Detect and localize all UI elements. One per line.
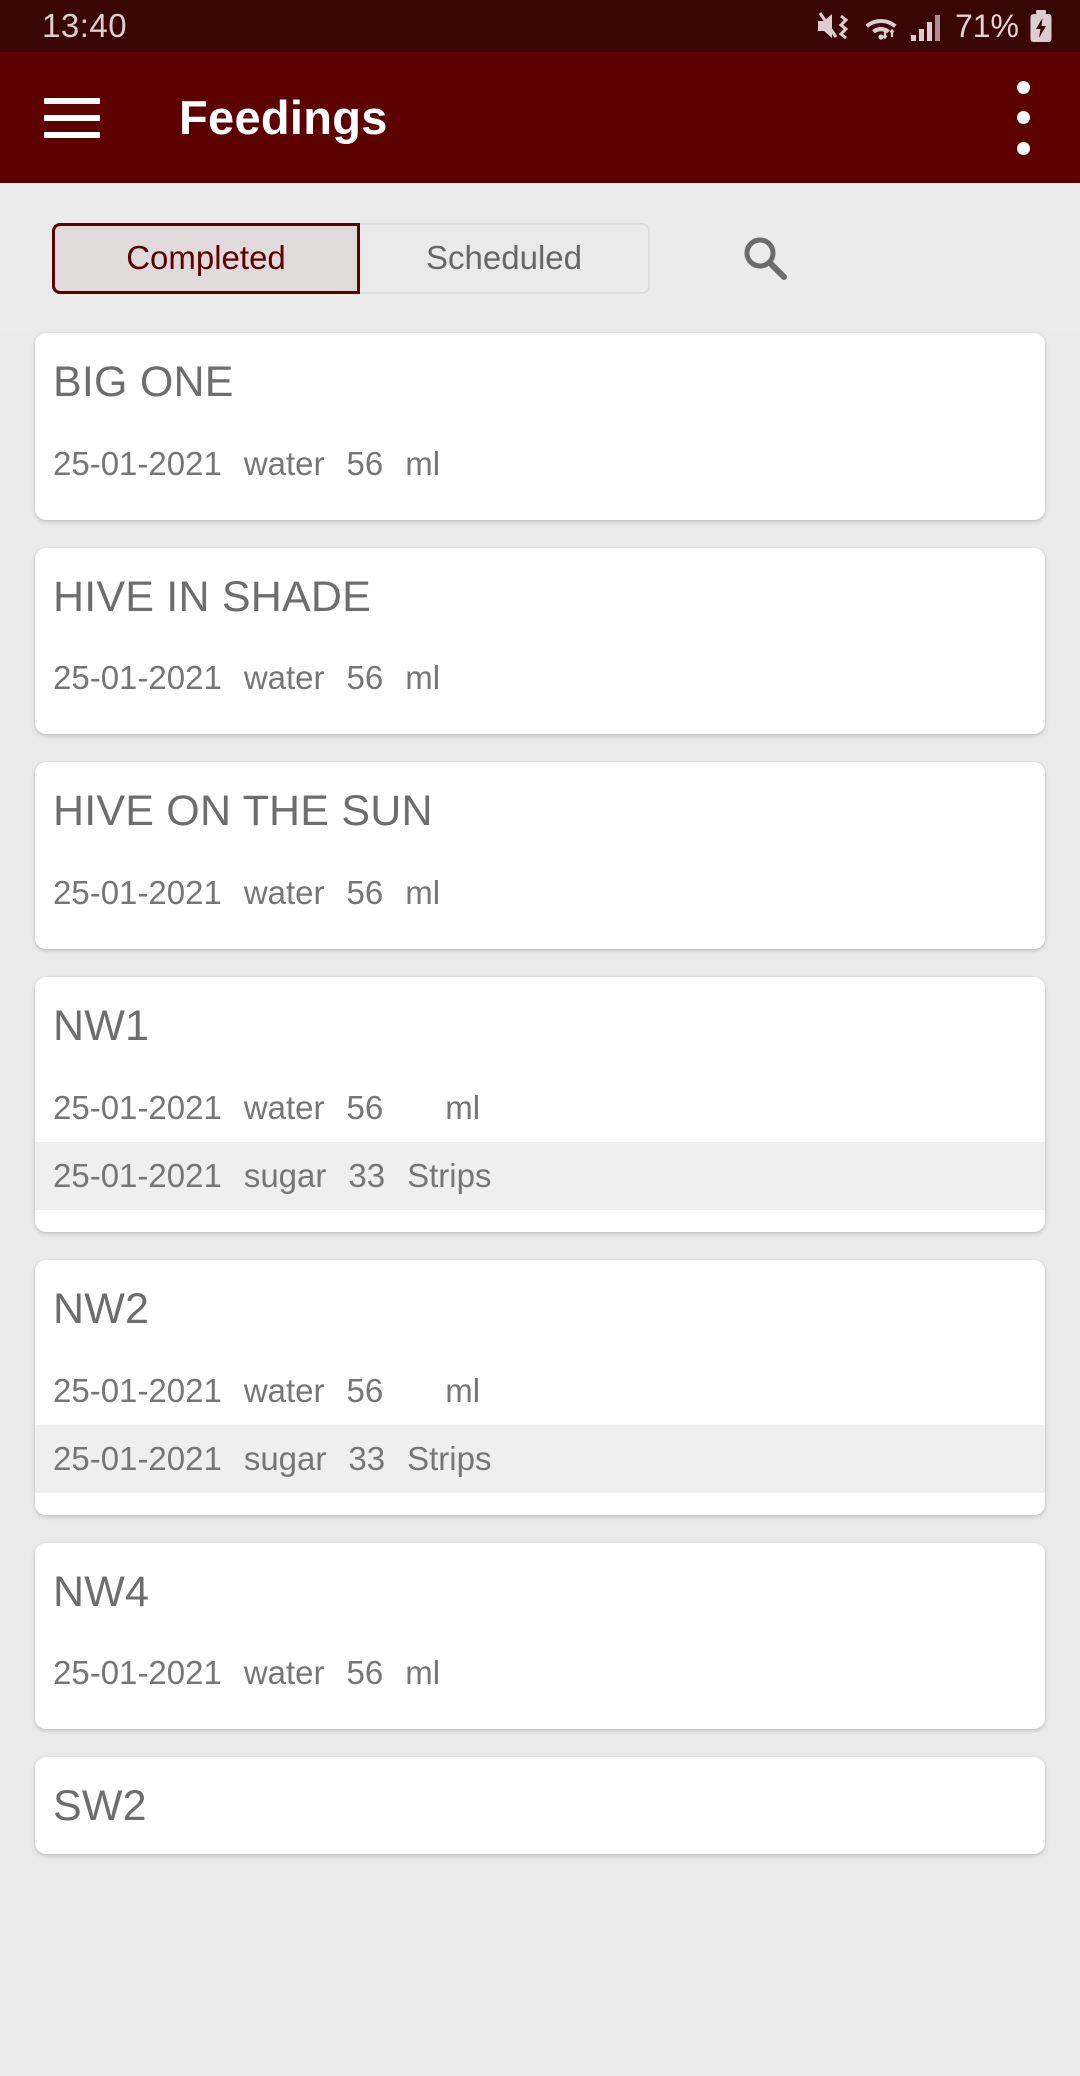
overflow-dot — [1016, 111, 1030, 124]
feeding-unit: ml — [405, 1654, 441, 1692]
feeding-type: water — [243, 874, 325, 912]
feeding-row[interactable]: 25-01-2021 water 56 ml — [35, 1074, 1045, 1142]
feeding-unit: ml — [405, 659, 441, 697]
feeding-card[interactable]: BIG ONE 25-01-2021 water 56 ml — [35, 333, 1045, 520]
feeding-date: 25-01-2021 — [53, 444, 222, 482]
status-bar-clock: 13:40 — [42, 7, 128, 44]
feeding-card[interactable]: NW1 25-01-2021 water 56 ml 25-01-2021 sugar 33 S… — [35, 977, 1045, 1232]
feeding-row-group: 25-01-2021 water 56 ml — [35, 859, 1045, 927]
feeding-amount: 56 — [346, 874, 384, 912]
feeding-card[interactable]: NW4 25-01-2021 water 56 ml — [35, 1542, 1045, 1730]
feeding-type: water — [243, 1088, 325, 1126]
feeding-type: water — [243, 444, 325, 482]
battery-percent-label: 71% — [954, 7, 1019, 44]
feeding-type: water — [243, 1371, 325, 1409]
feeding-card-title: NW2 — [53, 1284, 150, 1333]
feeding-date: 25-01-2021 — [53, 1088, 222, 1126]
feeding-date: 25-01-2021 — [53, 874, 222, 912]
filter-toolbar: Completed Scheduled — [0, 183, 1080, 333]
tab-completed[interactable]: Completed — [52, 222, 360, 294]
feeding-amount: 56 — [346, 1654, 384, 1692]
hamburger-bar — [44, 97, 100, 104]
feeding-amount: 56 — [346, 444, 384, 482]
overflow-menu-icon[interactable] — [1010, 80, 1036, 155]
feeding-row[interactable]: 25-01-2021 water 56 ml — [35, 1357, 1045, 1425]
page-title: Feedings — [179, 91, 388, 144]
feeding-date: 25-01-2021 — [53, 1156, 222, 1194]
hamburger-bar — [44, 131, 100, 138]
feeding-card-title: HIVE ON THE SUN — [53, 787, 433, 836]
feeding-type: sugar — [243, 1439, 327, 1477]
feeding-row[interactable]: 25-01-2021 water 56 ml — [35, 430, 1045, 498]
overflow-dot — [1016, 80, 1030, 94]
status-bar: 13:40 71% — [0, 0, 1080, 52]
feeding-card[interactable]: NW2 25-01-2021 water 56 ml 25-01-2021 sugar 33 S… — [35, 1259, 1045, 1515]
status-bar-icons: 71% — [816, 8, 1054, 45]
feeding-amount: 33 — [348, 1156, 386, 1194]
feeding-date: 25-01-2021 — [53, 1654, 222, 1692]
feeding-amount: 33 — [348, 1439, 386, 1477]
feeding-unit: ml — [405, 444, 441, 482]
feeding-amount: 56 — [346, 1088, 384, 1126]
feeding-amount: 56 — [346, 659, 384, 697]
feeding-row[interactable]: 25-01-2021 water 56 ml — [35, 1639, 1045, 1707]
feeding-row[interactable]: 25-01-2021 sugar 33 Strips — [35, 1424, 1045, 1493]
feeding-amount: 56 — [346, 1371, 384, 1409]
feeding-unit: ml — [445, 1371, 481, 1409]
feedings-list: BIG ONE 25-01-2021 water 56 ml HIVE IN SHADE 2… — [0, 333, 1080, 1855]
feeding-card-title: HIVE IN SHADE — [53, 572, 372, 621]
feeding-unit: Strips — [407, 1156, 492, 1194]
wifi-icon — [861, 10, 901, 42]
feeding-date: 25-01-2021 — [53, 1439, 222, 1477]
feeding-row[interactable]: 25-01-2021 water 56 ml — [35, 644, 1045, 712]
hamburger-bar — [44, 114, 100, 121]
feeding-row-group: 25-01-2021 water 56 ml — [35, 430, 1045, 498]
feeding-row[interactable]: 25-01-2021 sugar 33 Strips — [35, 1141, 1045, 1210]
feeding-unit: Strips — [407, 1439, 492, 1477]
feeding-row-group: 25-01-2021 water 56 ml — [35, 1639, 1045, 1707]
app-bar: Feedings — [0, 52, 1080, 183]
cell-signal-icon — [910, 10, 944, 42]
feeding-row-group: 25-01-2021 water 56 ml — [35, 644, 1045, 712]
feeding-type: sugar — [243, 1156, 327, 1194]
feeding-card[interactable]: HIVE IN SHADE 25-01-2021 water 56 ml — [35, 547, 1045, 735]
feeding-row-group: 25-01-2021 water 56 ml 25-01-2021 sugar 33 Stri… — [35, 1357, 1045, 1493]
feeding-card[interactable]: SW2 — [35, 1757, 1045, 1855]
feeding-card[interactable]: HIVE ON THE SUN 25-01-2021 water 56 ml — [35, 762, 1045, 950]
feeding-type: water — [243, 1654, 325, 1692]
mute-vibrate-icon — [816, 10, 852, 42]
feeding-unit: ml — [405, 874, 441, 912]
battery-charging-icon — [1028, 9, 1054, 43]
feeding-type: water — [243, 659, 325, 697]
feeding-card-title: BIG ONE — [53, 358, 234, 406]
overflow-dot — [1016, 141, 1030, 155]
feeding-row[interactable]: 25-01-2021 water 56 ml — [35, 859, 1045, 927]
search-icon[interactable] — [730, 223, 800, 293]
feeding-date: 25-01-2021 — [53, 1371, 222, 1409]
segmented-tab-control: Completed Scheduled — [52, 222, 650, 294]
feeding-row-group: 25-01-2021 water 56 ml 25-01-2021 sugar 33 Stri… — [35, 1074, 1045, 1210]
tab-scheduled[interactable]: Scheduled — [360, 222, 650, 294]
feeding-card-title: NW4 — [53, 1567, 150, 1616]
feeding-card-title: NW1 — [53, 1002, 150, 1051]
hamburger-menu-icon[interactable] — [44, 97, 100, 138]
feeding-card-title: SW2 — [53, 1782, 147, 1831]
feeding-date: 25-01-2021 — [53, 659, 222, 697]
feeding-unit: ml — [445, 1088, 481, 1126]
